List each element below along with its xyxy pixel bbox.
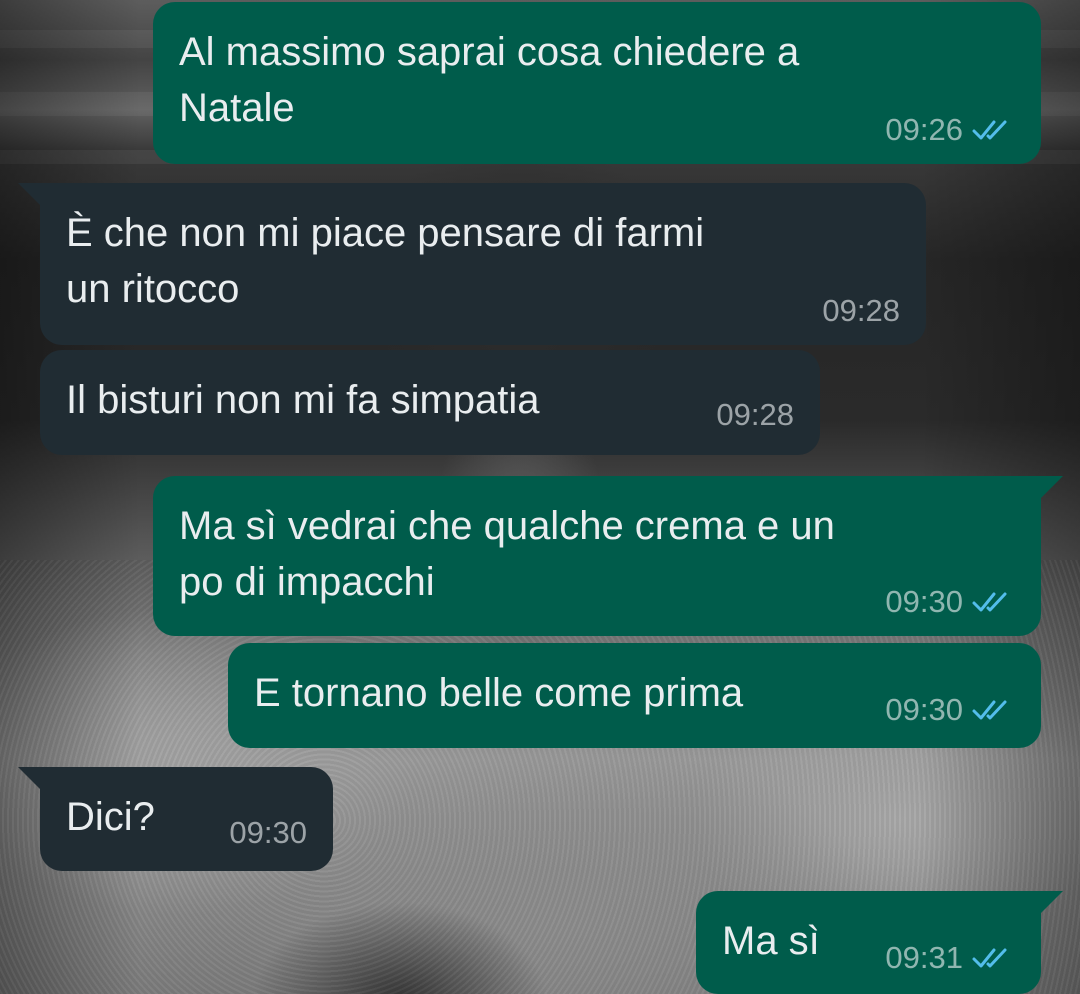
- message-time: 09:30: [885, 584, 963, 619]
- message-bubble-incoming[interactable]: È che non mi piace pensare di farmi un r…: [18, 183, 926, 345]
- double-check-icon: [972, 592, 1007, 612]
- double-check-icon: [972, 120, 1007, 140]
- message-meta: 09:30: [229, 815, 307, 851]
- message-meta: 09:28: [716, 397, 794, 433]
- message-bubble-incoming[interactable]: Il bisturi non mi fa simpatia 09:28: [40, 350, 820, 455]
- message-bubble-incoming[interactable]: Dici? 09:30: [18, 767, 333, 871]
- double-check-icon: [972, 700, 1007, 720]
- message-bubble-outgoing[interactable]: Al massimo saprai cosa chiedere a Natale…: [153, 2, 1041, 164]
- message-bubble-outgoing[interactable]: E tornano belle come prima 09:30: [228, 643, 1041, 748]
- message-text: È che non mi piace pensare di farmi un r…: [66, 211, 705, 311]
- message-meta: 09:31: [885, 940, 1015, 976]
- message-time: 09:26: [885, 112, 963, 147]
- message-meta: 09:30: [885, 692, 1015, 728]
- double-check-icon: [972, 948, 1007, 968]
- message-time: 09:30: [229, 815, 307, 850]
- message-time: 09:28: [822, 293, 900, 328]
- message-time: 09:30: [885, 692, 963, 727]
- message-text: Il bisturi non mi fa simpatia: [66, 378, 540, 422]
- message-time: 09:28: [716, 397, 794, 432]
- message-meta: 09:28: [822, 293, 900, 329]
- message-meta: 09:26: [885, 112, 1015, 148]
- message-time: 09:31: [885, 940, 963, 975]
- message-bubble-outgoing[interactable]: Ma sì 09:31: [696, 891, 1063, 994]
- message-meta: 09:30: [885, 584, 1015, 620]
- message-bubble-outgoing[interactable]: Ma sì vedrai che qualche crema e un po d…: [153, 476, 1063, 636]
